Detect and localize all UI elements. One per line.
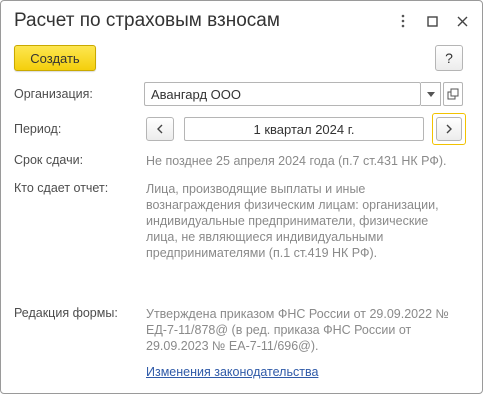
form-edition-value: Утверждена приказом ФНС России от 29.09.… [146, 306, 449, 354]
period-prev-button[interactable] [146, 117, 174, 141]
form-edition-line: 29.09.2023 № ЕА-7-11/696@). [146, 339, 319, 353]
who-submits-value: Лица, производящие выплаты и иные вознаг… [146, 181, 439, 261]
report-window: Расчет по страховым взносам Создать ? Ор… [0, 0, 483, 394]
period-next-inner [436, 117, 462, 141]
organization-dropdown-button[interactable] [421, 82, 441, 106]
chevron-right-icon [446, 124, 452, 134]
help-button[interactable]: ? [435, 45, 463, 71]
more-actions-icon[interactable] [394, 12, 412, 30]
maximize-icon[interactable] [423, 12, 441, 30]
chevron-left-icon [157, 124, 163, 134]
organization-open-button[interactable] [443, 82, 463, 106]
form-edition-line: ЕД-7-11/878@ (в ред. приказа ФНС России … [146, 323, 412, 337]
open-copy-icon [447, 88, 459, 100]
deadline-value: Не позднее 25 апреля 2024 года (п.7 ст.4… [146, 154, 447, 168]
chevron-down-icon [426, 91, 435, 97]
who-submits-line: лица, не являющиеся индивидуальными [146, 230, 384, 244]
deadline-label: Срок сдачи: [14, 153, 84, 167]
create-button[interactable]: Создать [14, 45, 96, 71]
organization-field[interactable]: Авангард ООО [144, 82, 421, 106]
organization-label: Организация: [14, 87, 93, 101]
legislation-changes-link[interactable]: Изменения законодательства [146, 365, 318, 379]
who-submits-line: Лица, производящие выплаты и иные [146, 182, 366, 196]
period-field[interactable]: 1 квартал 2024 г. [184, 117, 424, 141]
who-submits-label: Кто сдает отчет: [14, 181, 109, 195]
who-submits-line: вознаграждения физическим лицам: организ… [146, 198, 439, 212]
period-label: Период: [14, 122, 62, 136]
close-icon[interactable] [453, 12, 471, 30]
who-submits-line: предпринимателями (п.1 ст.419 НК РФ). [146, 246, 378, 260]
window-title: Расчет по страховым взносам [14, 10, 280, 31]
form-edition-line: Утверждена приказом ФНС России от 29.09.… [146, 307, 449, 321]
title-bar: Расчет по страховым взносам [1, 1, 482, 41]
who-submits-line: индивидуальные предприниматели, физическ… [146, 214, 429, 228]
period-next-button[interactable] [432, 113, 466, 145]
form-edition-label: Редакция формы: [14, 306, 118, 320]
